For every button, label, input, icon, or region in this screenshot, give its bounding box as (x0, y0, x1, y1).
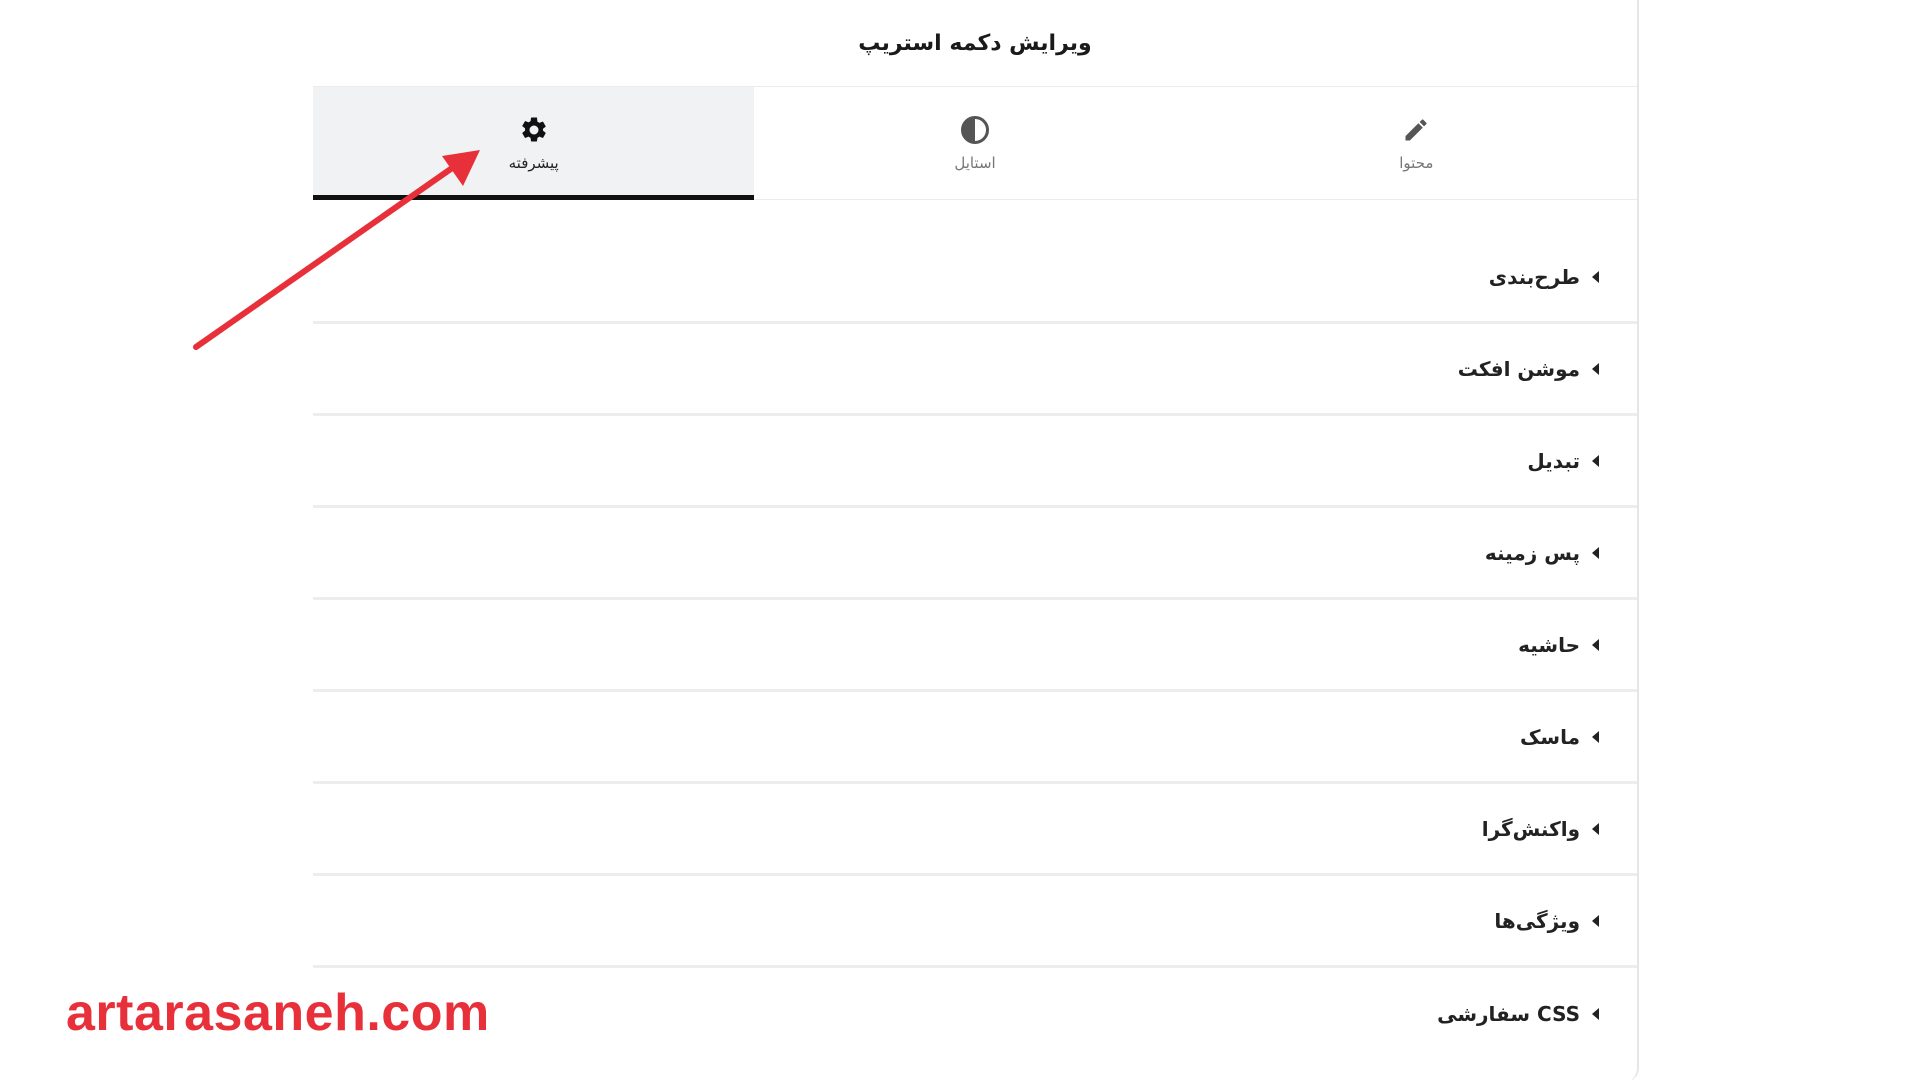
caret-left-icon (1592, 822, 1599, 835)
tab-label: پیشرفته (508, 154, 559, 172)
section-label: ویژگی‌ها (1494, 908, 1580, 933)
section-label: طرح‌بندی (1488, 264, 1580, 289)
section-layout[interactable]: طرح‌بندی (313, 232, 1637, 324)
tab-content[interactable]: محتوا (1196, 87, 1637, 199)
caret-left-icon (1592, 730, 1599, 743)
section-label: ماسک (1519, 724, 1580, 749)
pencil-icon (1400, 114, 1432, 146)
tab-bar: محتوا استایل پیشرفته (313, 87, 1637, 200)
tab-label: محتوا (1399, 154, 1434, 172)
section-label: موشن افکت (1457, 356, 1580, 381)
section-responsive[interactable]: واکنش‌گرا (313, 784, 1637, 876)
section-mask[interactable]: ماسک (313, 692, 1637, 784)
section-label: پس زمینه (1484, 540, 1580, 565)
watermark-text: artarasaneh.com (66, 984, 490, 1042)
gear-icon (518, 114, 550, 146)
caret-left-icon (1592, 362, 1599, 375)
section-custom-css[interactable]: CSS سفارشی (313, 968, 1637, 1060)
section-label: CSS سفارشی (1437, 1002, 1580, 1026)
caret-left-icon (1592, 270, 1599, 283)
screenshot-canvas: ویرایش دکمه استریپ محتوا استایل پیشرفته … (0, 0, 1920, 1080)
section-label: واکنش‌گرا (1481, 816, 1580, 841)
contrast-icon (959, 114, 991, 146)
section-border[interactable]: حاشیه (313, 600, 1637, 692)
caret-left-icon (1592, 454, 1599, 467)
tab-style[interactable]: استایل (754, 87, 1195, 199)
caret-left-icon (1592, 1008, 1599, 1020)
edit-panel: ویرایش دکمه استریپ محتوا استایل پیشرفته … (313, 0, 1639, 1080)
section-transform[interactable]: تبدیل (313, 416, 1637, 508)
section-motion-effects[interactable]: موشن افکت (313, 324, 1637, 416)
caret-left-icon (1592, 638, 1599, 651)
panel-header: ویرایش دکمه استریپ (313, 0, 1637, 87)
panel-title: ویرایش دکمه استریپ (858, 30, 1092, 56)
caret-left-icon (1592, 914, 1599, 927)
tab-advanced[interactable]: پیشرفته (313, 87, 755, 200)
section-label: حاشیه (1518, 632, 1580, 657)
tab-label: استایل (954, 154, 996, 172)
section-attributes[interactable]: ویژگی‌ها (313, 876, 1637, 968)
caret-left-icon (1592, 546, 1599, 559)
section-background[interactable]: پس زمینه (313, 508, 1637, 600)
section-list: طرح‌بندی موشن افکت تبدیل پس زمینه حاشیه … (313, 232, 1637, 1060)
section-label: تبدیل (1527, 448, 1580, 473)
